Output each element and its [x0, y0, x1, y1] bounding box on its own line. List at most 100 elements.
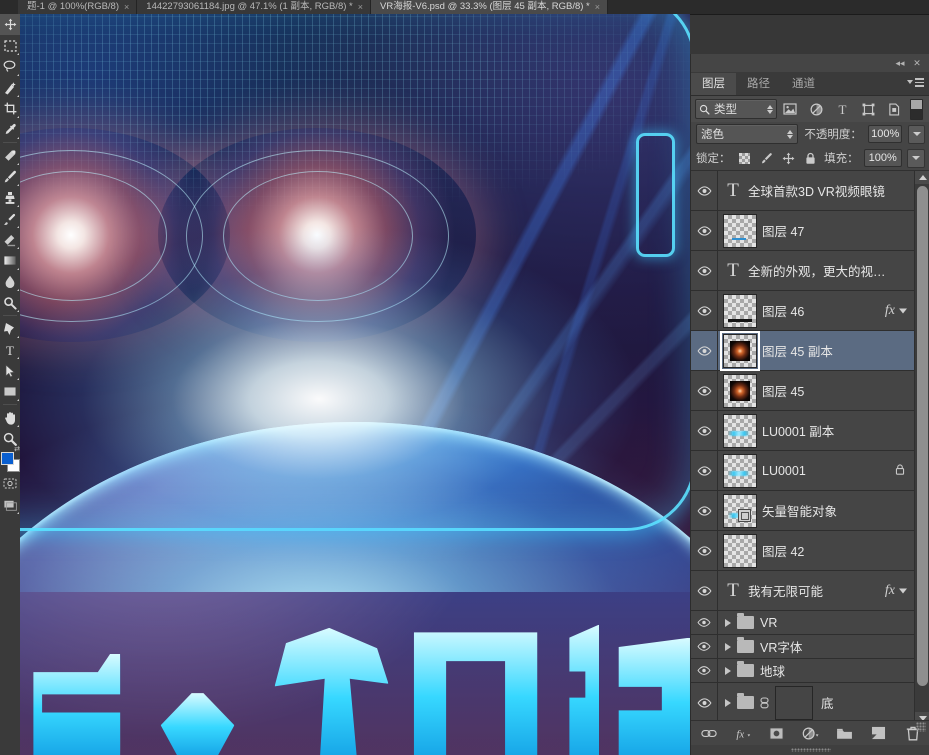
- layer-row[interactable]: LU0001 副本: [691, 411, 915, 451]
- group-controls[interactable]: [718, 685, 821, 720]
- smart-object-filter-icon[interactable]: [881, 98, 907, 120]
- color-swatches[interactable]: ⇄: [0, 446, 20, 473]
- close-icon[interactable]: ×: [124, 0, 129, 14]
- scrollbar-thumb[interactable]: [917, 186, 928, 686]
- group-mask-thumbnail[interactable]: [775, 685, 813, 720]
- adjustment-layer-button[interactable]: [802, 724, 820, 742]
- layer-row[interactable]: LU0001: [691, 451, 915, 491]
- layer-visibility-icon[interactable]: [691, 171, 718, 210]
- layer-name[interactable]: 图层 45: [762, 381, 915, 400]
- filter-kind-spinner[interactable]: [767, 104, 773, 114]
- layer-visibility-icon[interactable]: [691, 211, 718, 250]
- hand-tool[interactable]: [0, 407, 20, 428]
- layer-row[interactable]: 矢量智能对象: [691, 491, 915, 531]
- group-controls[interactable]: [718, 613, 760, 629]
- layer-visibility-icon[interactable]: [691, 371, 718, 410]
- layer-visibility-icon[interactable]: [691, 683, 718, 722]
- layer-name[interactable]: 底: [821, 693, 915, 712]
- layer-row-group[interactable]: 地球: [691, 659, 915, 683]
- layer-visibility-icon[interactable]: [691, 659, 718, 682]
- eraser-tool[interactable]: [0, 229, 20, 250]
- layer-visibility-icon[interactable]: [691, 571, 718, 610]
- layer-effects-expand-icon[interactable]: [899, 308, 907, 313]
- filter-kind-select[interactable]: 类型: [695, 99, 777, 119]
- layer-name[interactable]: LU0001 副本: [762, 421, 915, 440]
- history-brush-tool[interactable]: [0, 208, 20, 229]
- new-group-button[interactable]: [836, 724, 854, 742]
- filter-toggle-switch[interactable]: [910, 98, 923, 120]
- quick-mask-tool[interactable]: [0, 473, 20, 494]
- blend-mode-spinner[interactable]: [787, 129, 794, 139]
- type-tool[interactable]: T: [0, 339, 20, 360]
- layer-row[interactable]: T 我有无限可能 fx: [691, 571, 915, 611]
- layer-name[interactable]: 图层 45 副本: [762, 341, 915, 360]
- panel-resize-grip[interactable]: [916, 722, 926, 732]
- lasso-tool[interactable]: [0, 56, 20, 77]
- lock-transparent-pixels-icon[interactable]: [736, 149, 753, 167]
- opacity-dropdown-button[interactable]: [908, 124, 925, 144]
- layer-effects-icon[interactable]: fx: [885, 303, 895, 319]
- layer-row-group[interactable]: VR: [691, 611, 915, 635]
- layer-name[interactable]: 图层 42: [762, 541, 915, 560]
- layer-row-group-masked[interactable]: 底: [691, 683, 915, 723]
- dodge-tool[interactable]: [0, 292, 20, 313]
- layer-name[interactable]: 矢量智能对象: [762, 501, 915, 520]
- close-icon[interactable]: ×: [595, 0, 600, 14]
- healing-brush-tool[interactable]: [0, 145, 20, 166]
- blur-tool[interactable]: [0, 271, 20, 292]
- lock-image-pixels-icon[interactable]: [758, 149, 775, 167]
- rectangle-tool[interactable]: [0, 381, 20, 402]
- layer-visibility-icon[interactable]: [691, 611, 718, 634]
- layer-visibility-icon[interactable]: [691, 491, 718, 530]
- layer-row[interactable]: 图层 45: [691, 371, 915, 411]
- mask-link-icon[interactable]: [760, 696, 772, 709]
- brush-tool[interactable]: [0, 166, 20, 187]
- pen-tool[interactable]: [0, 318, 20, 339]
- tab-channels[interactable]: 通道: [781, 73, 826, 95]
- document-tab-3[interactable]: VR海报-V6.psd @ 33.3% (图层 45 副本, RGB/8) * …: [371, 0, 609, 14]
- path-selection-tool[interactable]: [0, 360, 20, 381]
- layer-name[interactable]: VR: [760, 616, 915, 630]
- layer-row[interactable]: T 全新的外观，更大的视…: [691, 251, 915, 291]
- layer-list-scrollbar[interactable]: [914, 171, 929, 725]
- eyedropper-tool[interactable]: [0, 119, 20, 140]
- layer-list[interactable]: T 全球首款3D VR视频眼镜 图层 47 T 全新的外观，更大的视… 图层 4…: [691, 171, 915, 725]
- group-disclosure-icon[interactable]: [725, 698, 731, 707]
- group-controls[interactable]: [718, 661, 760, 677]
- new-layer-button[interactable]: [870, 724, 888, 742]
- opacity-value[interactable]: 100%: [867, 125, 903, 143]
- close-panel-icon[interactable]: ✕: [911, 57, 923, 69]
- fill-dropdown-button[interactable]: [906, 148, 926, 168]
- adjustment-filter-icon[interactable]: [803, 98, 829, 120]
- crop-tool[interactable]: [0, 98, 20, 119]
- shape-filter-icon[interactable]: [855, 98, 881, 120]
- group-disclosure-icon[interactable]: [725, 642, 731, 651]
- document-tab-1[interactable]: 题-1 @ 100%(RGB/8) ×: [18, 0, 138, 14]
- close-icon[interactable]: ×: [358, 0, 363, 14]
- blend-mode-select[interactable]: 滤色: [696, 124, 799, 144]
- group-disclosure-icon[interactable]: [725, 666, 731, 675]
- layer-name[interactable]: 图层 47: [762, 221, 915, 240]
- lock-position-icon[interactable]: [780, 149, 797, 167]
- horizontal-grip[interactable]: [790, 748, 831, 752]
- panel-menu-icon[interactable]: [907, 78, 924, 89]
- group-disclosure-icon[interactable]: [725, 618, 731, 627]
- layer-visibility-icon[interactable]: [691, 291, 718, 330]
- fill-value[interactable]: 100%: [863, 149, 902, 167]
- pixel-filter-icon[interactable]: [777, 98, 803, 120]
- layer-row[interactable]: 图层 47: [691, 211, 915, 251]
- document-tab-2[interactable]: 14422793061184.jpg @ 47.1% (1 副本, RGB/8)…: [137, 0, 372, 14]
- layer-effects-icon[interactable]: fx: [885, 583, 895, 599]
- collapse-panel-icon[interactable]: ◂◂: [894, 57, 906, 69]
- type-filter-icon[interactable]: T: [829, 98, 855, 120]
- tab-paths[interactable]: 路径: [736, 73, 781, 95]
- layer-mask-button[interactable]: [768, 724, 786, 742]
- layer-row[interactable]: 图层 42: [691, 531, 915, 571]
- gradient-tool[interactable]: [0, 250, 20, 271]
- layer-name[interactable]: 全球首款3D VR视频眼镜: [748, 181, 915, 200]
- group-controls[interactable]: [718, 637, 760, 653]
- layer-visibility-icon[interactable]: [691, 635, 718, 658]
- move-tool[interactable]: [0, 14, 20, 35]
- foreground-color-swatch[interactable]: [1, 452, 14, 465]
- layer-style-button[interactable]: fx: [734, 724, 752, 742]
